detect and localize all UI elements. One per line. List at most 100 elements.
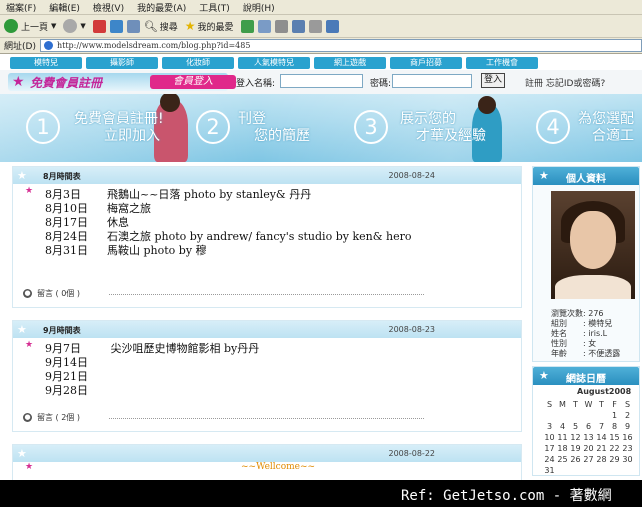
- forward-arrow-icon: [63, 19, 78, 33]
- refresh-icon[interactable]: [109, 19, 123, 33]
- calendar-day[interactable]: 8: [608, 422, 621, 431]
- calendar-day[interactable]: 11: [556, 433, 569, 442]
- nav-photographers[interactable]: 攝影師: [86, 57, 158, 69]
- username-input[interactable]: [280, 74, 363, 88]
- calendar-day[interactable]: 27: [582, 455, 595, 464]
- profile-title: 個人資料: [566, 174, 606, 185]
- star-icon: ★: [25, 186, 34, 196]
- menu-tools[interactable]: 工具(T): [199, 1, 230, 14]
- back-button[interactable]: 上一頁 ▼: [4, 19, 56, 33]
- star-icon: ★: [539, 369, 549, 382]
- calendar-day[interactable]: 4: [556, 422, 569, 431]
- menu-help[interactable]: 說明(H): [243, 1, 275, 14]
- profile-age: 年齡: 不便透露: [551, 348, 620, 359]
- calendar-day[interactable]: 14: [595, 433, 608, 442]
- watermark-strip: Ref: GetJetso.com - 著數網: [0, 480, 642, 507]
- search-button[interactable]: 🔍︎ 搜尋: [144, 20, 178, 33]
- nav-online-games[interactable]: 網上遊戲: [314, 57, 386, 69]
- calendar-day[interactable]: 18: [556, 444, 569, 453]
- comments-count: 留言 ( 2個 ): [37, 413, 80, 422]
- url-input[interactable]: http://www.modelsdream.com/blog.php?id=4…: [39, 39, 642, 52]
- post-title[interactable]: 9月時間表: [43, 325, 81, 336]
- calendar-day[interactable]: 2: [621, 411, 634, 420]
- discuss-icon[interactable]: [308, 19, 322, 33]
- home-icon[interactable]: [126, 19, 140, 33]
- step-3-line1: 展示您的: [400, 111, 456, 127]
- calendar-day[interactable]: 24: [543, 455, 556, 464]
- calendar-day[interactable]: 15: [608, 433, 621, 442]
- favorites-button[interactable]: ★ 我的最愛: [185, 19, 234, 33]
- post-body: ★ 8月3日 飛鵝山~~日落 photo by stanley& 丹丹 8月10日…: [13, 184, 521, 298]
- calendar-day[interactable]: 12: [569, 433, 582, 442]
- star-icon: ★: [12, 74, 25, 90]
- calendar-day[interactable]: 1: [608, 411, 621, 420]
- profile-value: : iris.L: [583, 329, 608, 338]
- nav-models[interactable]: 模特兒: [10, 57, 82, 69]
- calendar-title: 網誌日曆: [566, 374, 606, 385]
- calendar-day[interactable]: 7: [595, 422, 608, 431]
- calendar-day[interactable]: 28: [595, 455, 608, 464]
- divider: [109, 294, 424, 295]
- calendar-day[interactable]: 17: [543, 444, 556, 453]
- login-row: ★ 免費會員註冊 會員登入 登入名稱: 密碼: 登入 註冊 忘記ID或密碼?: [0, 70, 642, 94]
- star-icon: ★: [25, 340, 34, 350]
- photo-shoulder: [555, 275, 631, 299]
- password-label: 密碼:: [370, 79, 392, 89]
- mail-icon[interactable]: [257, 19, 271, 33]
- profile-photo[interactable]: [551, 191, 635, 299]
- step-4-text: 為您選配 合適工: [578, 111, 634, 145]
- address-label: 網址(D): [4, 42, 36, 52]
- post-title[interactable]: 8月時間表: [43, 171, 81, 182]
- register-banner[interactable]: ★ 免費會員註冊 會員登入: [8, 73, 236, 91]
- calendar-day[interactable]: 19: [569, 444, 582, 453]
- calendar-day[interactable]: 21: [595, 444, 608, 453]
- calendar-day[interactable]: 13: [582, 433, 595, 442]
- star-icon: ★: [184, 19, 196, 33]
- messenger-icon[interactable]: [325, 19, 339, 33]
- forward-button[interactable]: ▼: [63, 19, 86, 33]
- schedule-date: 8月31日: [45, 244, 88, 257]
- history-icon[interactable]: [240, 19, 254, 33]
- calendar-day[interactable]: 22: [608, 444, 621, 453]
- calendar-day[interactable]: 3: [543, 422, 556, 431]
- calendar-day[interactable]: 31: [543, 466, 556, 475]
- step-1-number: 1: [26, 110, 60, 144]
- post-header: ★ 2008-08-22: [13, 445, 521, 462]
- calendar-day[interactable]: 25: [556, 455, 569, 464]
- calendar-day[interactable]: 20: [582, 444, 595, 453]
- calendar-day[interactable]: 16: [621, 433, 634, 442]
- nav-merchants[interactable]: 商戶招募: [390, 57, 462, 69]
- watermark-text: Ref: GetJetso.com - 著數網: [401, 488, 612, 504]
- calendar-day[interactable]: 5: [569, 422, 582, 431]
- comments-link[interactable]: ● 留言 ( 2個 ): [23, 412, 80, 423]
- calendar-day[interactable]: 30: [621, 455, 634, 464]
- nav-jobs[interactable]: 工作機會: [466, 57, 538, 69]
- menu-file[interactable]: 檔案(F): [6, 1, 36, 14]
- print-icon[interactable]: [274, 19, 288, 33]
- menu-view[interactable]: 檢視(V): [93, 1, 124, 14]
- nav-popular-models[interactable]: 人氣模特兒: [238, 57, 310, 69]
- login-button[interactable]: 登入: [481, 73, 505, 88]
- calendar-day[interactable]: 29: [608, 455, 621, 464]
- calendar-weekday: T: [599, 400, 604, 409]
- menu-edit[interactable]: 編輯(E): [49, 1, 80, 14]
- calendar-day[interactable]: 6: [582, 422, 595, 431]
- member-login-button[interactable]: 會員登入: [150, 75, 236, 89]
- register-forgot-links[interactable]: 註冊 忘記ID或密碼?: [525, 76, 605, 89]
- password-input[interactable]: [392, 74, 472, 88]
- calendar-day[interactable]: 26: [569, 455, 582, 464]
- comments-link[interactable]: ● 留言 ( 0個 ): [23, 288, 80, 299]
- calendar-day[interactable]: 9: [621, 422, 634, 431]
- blog-calendar: ★ 網誌日曆 August2008 S M T W T F S 1 2 3 4 5 6 7 8 9 10 11 12…: [532, 366, 640, 476]
- calendar-day[interactable]: 23: [621, 444, 634, 453]
- stop-icon[interactable]: [92, 19, 106, 33]
- chevron-down-icon: ▼: [80, 22, 86, 30]
- calendar-weekday: W: [584, 400, 593, 409]
- page-icon: [43, 41, 53, 50]
- profile-value: : 276: [583, 309, 604, 318]
- menu-favorites[interactable]: 我的最愛(A): [137, 1, 186, 14]
- edit-icon[interactable]: [291, 19, 305, 33]
- calendar-day[interactable]: 10: [543, 433, 556, 442]
- nav-makeup[interactable]: 化妝師: [162, 57, 234, 69]
- username-label: 登入名稱:: [236, 79, 276, 89]
